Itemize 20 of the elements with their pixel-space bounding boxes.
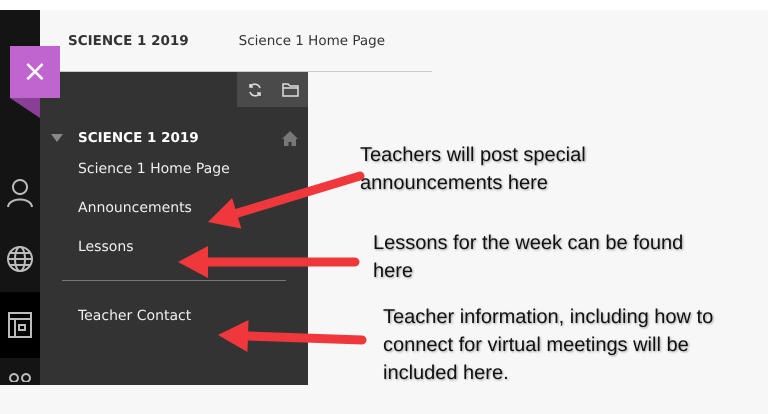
folder-icon[interactable] [282,82,298,97]
globe-icon[interactable] [6,245,34,273]
annotation-text: Lessons for the week can be found here [373,231,684,284]
course-title[interactable]: SCIENCE 1 2019 [78,130,282,146]
close-button[interactable]: × [10,46,60,98]
course-menu-link[interactable]: Science 1 Home Page [78,160,230,176]
breadcrumb-page: Science 1 Home Page [238,32,386,48]
course-menu-link[interactable]: Lessons [78,238,134,254]
course-menu-link[interactable]: Teacher Contact [78,308,192,324]
refresh-icon[interactable] [246,82,262,98]
annotation-text: Teacher information, including how to connect for virtual meetings will be included here. [383,305,714,386]
home-icon[interactable] [282,130,298,146]
people-icon[interactable] [6,372,34,382]
course-icon[interactable] [8,312,32,338]
annotation-text: Teachers will post special announcements here [360,143,587,196]
person-icon[interactable] [6,178,34,208]
breadcrumb-course[interactable]: SCIENCE 1 2019 [68,32,189,48]
ribbon-fold [10,98,40,118]
course-menu-link[interactable]: Announcements [78,200,192,216]
collapse-triangle-icon[interactable] [50,133,64,143]
